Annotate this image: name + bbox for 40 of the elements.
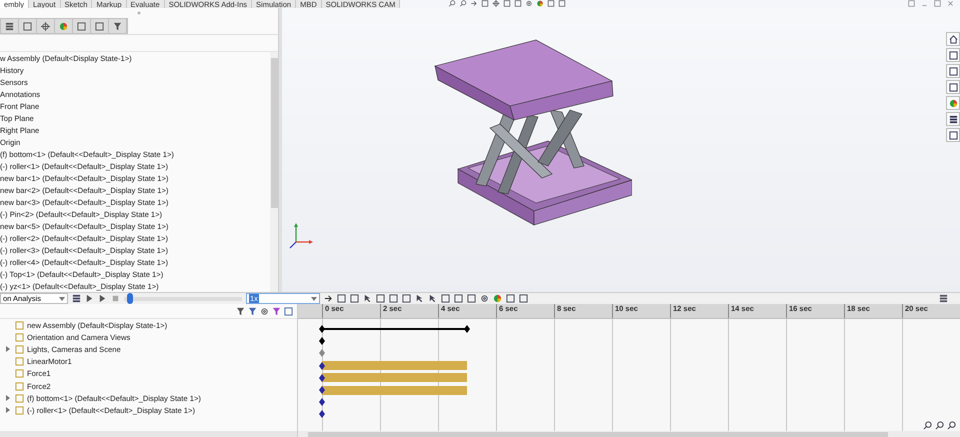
grip-icon[interactable] (137, 11, 141, 15)
feature-tree-icon[interactable] (5, 22, 14, 30)
task-pane-tab[interactable] (946, 80, 960, 94)
filter-icon[interactable] (236, 306, 245, 316)
list-icon[interactable] (948, 114, 958, 124)
settings-icon[interactable] (480, 294, 489, 303)
caret-icon[interactable] (58, 296, 65, 300)
expand-arrow-icon[interactable] (6, 346, 10, 352)
search-icon[interactable] (448, 0, 456, 7)
scrollbar[interactable] (270, 52, 278, 292)
appearance-icon[interactable] (948, 98, 958, 108)
arrow-icon[interactable] (324, 294, 333, 303)
zoom-icon[interactable] (923, 421, 932, 430)
task-pane-tab[interactable] (946, 32, 960, 46)
task-pane-tab[interactable] (946, 128, 960, 142)
task-pane-tab[interactable] (946, 64, 960, 78)
filter-icon[interactable] (113, 22, 122, 30)
task-pane-tab[interactable] (946, 48, 960, 62)
slider-thumb[interactable] (127, 292, 134, 304)
keyframe-diamond-icon[interactable] (464, 325, 470, 333)
close-icon[interactable] (947, 0, 954, 7)
keyframe-diamond-icon[interactable] (319, 398, 325, 406)
layout-icon[interactable] (939, 294, 948, 303)
task-pane-tab[interactable] (946, 112, 960, 126)
keyframe-diamond-icon[interactable] (319, 410, 325, 418)
zoom-out-icon[interactable] (947, 421, 956, 430)
keyframe-diamond-icon[interactable] (319, 325, 325, 333)
zoom-in-icon[interactable] (935, 421, 944, 430)
search-icon[interactable] (459, 0, 468, 7)
appearance-icon[interactable] (59, 22, 68, 30)
pointer-icon[interactable] (362, 294, 372, 303)
axis-triad-icon (288, 222, 314, 250)
maximize-icon[interactable] (934, 0, 941, 7)
keyframe-diamond-icon[interactable] (319, 362, 325, 370)
crosshair-icon[interactable] (41, 22, 50, 30)
keyframe-diamond-icon[interactable] (319, 386, 325, 394)
keyframe-diamond-icon[interactable] (319, 374, 325, 382)
home-icon[interactable] (948, 34, 958, 44)
caret-icon[interactable] (310, 296, 317, 300)
keyframe-diamond-icon[interactable] (319, 337, 325, 346)
